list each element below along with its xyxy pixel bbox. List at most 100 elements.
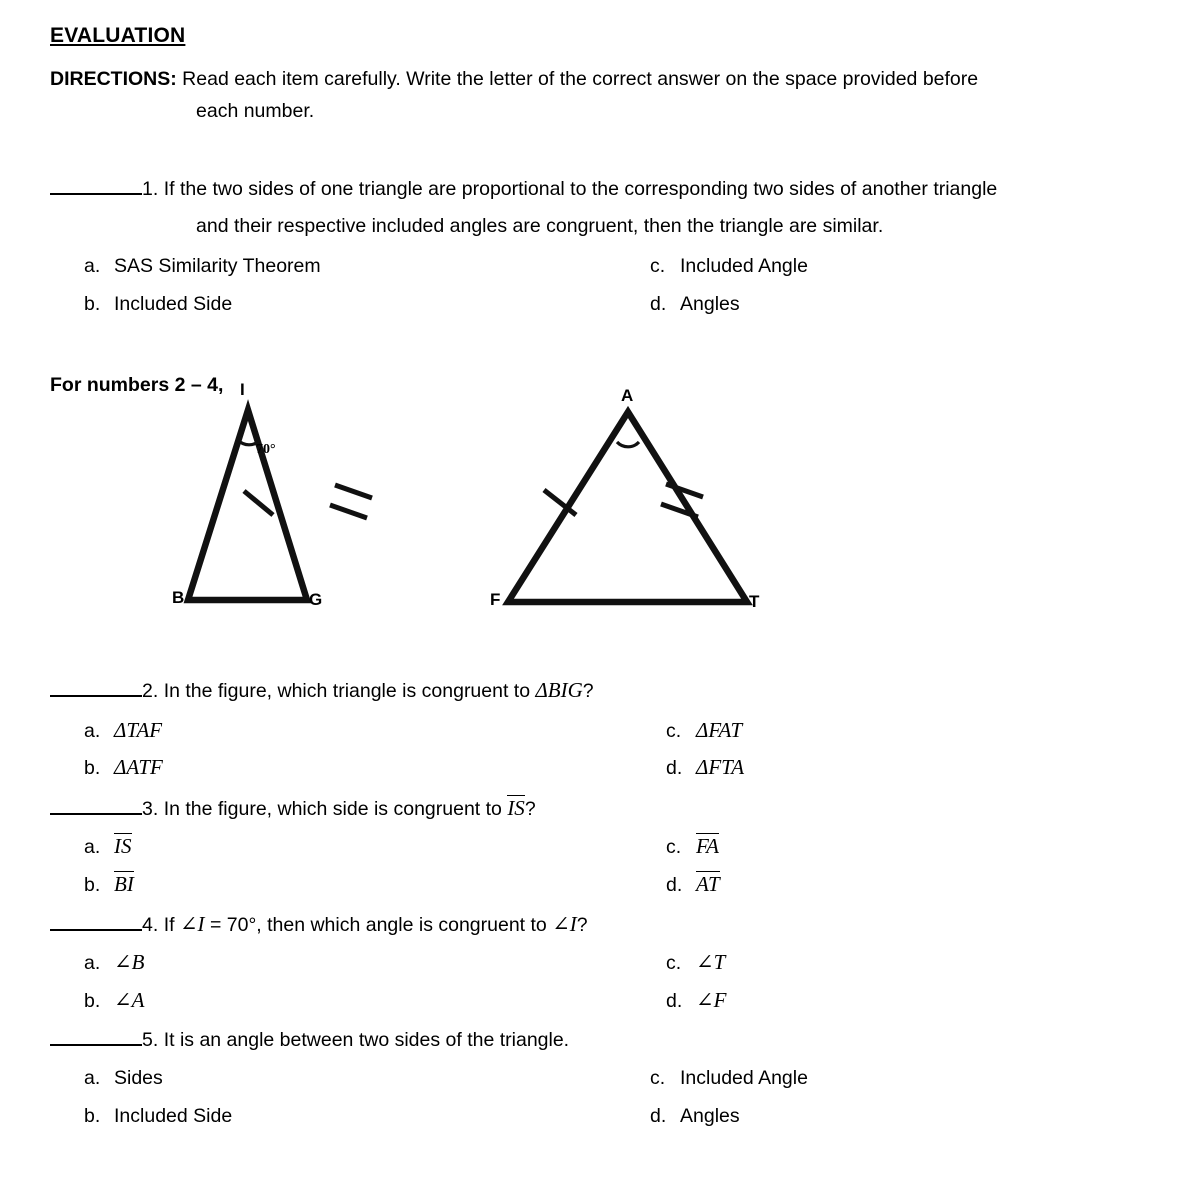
option-b-text: ΔATF: [114, 755, 163, 779]
option-d-label: d.: [650, 1105, 667, 1127]
question-4-text-pre: If: [163, 914, 180, 936]
option-c-text: FA: [696, 833, 719, 858]
vertex-label-i: I: [240, 380, 245, 399]
question-3-number: 3.: [142, 798, 159, 820]
option-d-label: d.: [650, 293, 667, 315]
option-a-label: a.: [84, 255, 101, 277]
tick-right-fat-1: [665, 481, 704, 500]
option-c-text: Included Angle: [680, 1067, 808, 1089]
option-a-text: ∠B: [114, 950, 145, 974]
option-b-label: b.: [84, 1105, 101, 1127]
answer-blank-3[interactable]: [50, 801, 142, 815]
option-b-text: ∠A: [114, 988, 145, 1012]
option-d-label: d.: [666, 990, 683, 1012]
question-2-line: 2. In the figure, which triangle is cong…: [50, 678, 594, 703]
option-c-label: c.: [666, 720, 682, 742]
question-1-text-line1: If the two sides of one triangle are pro…: [163, 178, 998, 200]
question-1-option-b[interactable]: b. Included Side: [84, 293, 232, 316]
question-4-option-d[interactable]: d. ∠F: [666, 988, 726, 1013]
question-4-option-c[interactable]: c. ∠T: [666, 950, 725, 975]
question-2-option-d[interactable]: d. ΔFTA: [666, 755, 744, 780]
answer-blank-2[interactable]: [50, 683, 142, 697]
option-d-text: Angles: [680, 1105, 740, 1127]
triangle-fat-outline: [502, 405, 753, 606]
option-d-text: AT: [696, 871, 720, 896]
question-5-option-c[interactable]: c. Included Angle: [650, 1067, 808, 1090]
question-3-option-d[interactable]: d. AT: [666, 871, 720, 897]
question-3-option-c[interactable]: c. FA: [666, 833, 719, 859]
question-5-option-a[interactable]: a. Sides: [84, 1067, 163, 1090]
option-c-text: ∠T: [696, 950, 726, 974]
option-a-label: a.: [84, 952, 101, 974]
question-5-option-d[interactable]: d. Angles: [650, 1105, 740, 1128]
question-1-option-a[interactable]: a. SAS Similarity Theorem: [84, 255, 321, 278]
directions-text-line2: each number.: [196, 100, 315, 122]
angle-value-label-i: 70°: [256, 442, 276, 457]
question-5-number: 5.: [142, 1029, 159, 1051]
tick-right-big-2: [329, 502, 368, 521]
triangle-big: [183, 399, 373, 604]
option-a-label: a.: [84, 1067, 101, 1089]
question-2-number: 2.: [142, 680, 159, 702]
tick-right-big-1: [334, 482, 373, 501]
question-2-option-c[interactable]: c. ΔFAT: [666, 718, 742, 743]
question-4-angle-ref-2: ∠I: [552, 912, 577, 936]
vertex-label-a: A: [621, 386, 634, 405]
directions-text-line1: Read each item carefully. Write the lett…: [182, 68, 979, 90]
option-a-text: ΔTAF: [114, 718, 163, 742]
option-a-text: SAS Similarity Theorem: [114, 255, 321, 277]
question-4-number: 4.: [142, 914, 159, 936]
option-c-label: c.: [650, 255, 666, 277]
option-d-label: d.: [666, 874, 683, 896]
question-4-angle-ref-1: ∠I: [179, 912, 205, 936]
question-3-text-post: ?: [524, 798, 536, 820]
option-b-label: b.: [84, 990, 101, 1012]
option-a-label: a.: [84, 720, 101, 742]
question-5-text: It is an angle between two sides of the …: [163, 1029, 570, 1051]
question-5-line: 5. It is an angle between two sides of t…: [50, 1029, 569, 1052]
question-2-text-pre: In the figure, which triangle is congrue…: [163, 680, 536, 702]
question-2-option-b[interactable]: b. ΔATF: [84, 755, 163, 780]
option-b-label: b.: [84, 293, 101, 315]
option-c-text: Included Angle: [680, 255, 808, 277]
question-4-line: 4. If ∠I = 70°, then which angle is cong…: [50, 912, 588, 937]
question-4-option-a[interactable]: a. ∠B: [84, 950, 144, 975]
question-3-option-a[interactable]: a. IS: [84, 833, 132, 859]
question-1-option-c[interactable]: c. Included Angle: [650, 255, 808, 278]
question-2-text-post: ?: [582, 680, 594, 702]
option-d-text: ∠F: [696, 988, 727, 1012]
triangle-big-outline: [183, 399, 312, 604]
option-a-text: Sides: [114, 1067, 163, 1089]
angle-arc-a: [615, 440, 641, 449]
option-b-text: Included Side: [114, 1105, 233, 1127]
question-2-option-a[interactable]: a. ΔTAF: [84, 718, 162, 743]
answer-blank-1[interactable]: [50, 181, 142, 195]
option-b-label: b.: [84, 874, 101, 896]
option-a-label: a.: [84, 836, 101, 858]
triangles-svg: [183, 399, 753, 606]
option-b-text: Included Side: [114, 293, 233, 315]
option-c-label: c.: [666, 952, 682, 974]
question-1-option-d[interactable]: d. Angles: [650, 293, 740, 316]
answer-blank-5[interactable]: [50, 1032, 142, 1046]
worksheet-page: EVALUATION DIRECTIONS: Read each item ca…: [0, 0, 1200, 1177]
option-b-text: BI: [114, 871, 134, 896]
vertex-label-f: F: [490, 590, 501, 609]
question-1-line: 1. If the two sides of one triangle are …: [50, 178, 997, 201]
option-d-label: d.: [666, 757, 683, 779]
directions-paragraph: DIRECTIONS: Read each item carefully. Wr…: [50, 64, 1130, 94]
option-c-label: c.: [666, 836, 682, 858]
option-c-label: c.: [650, 1067, 666, 1089]
vertex-label-t: T: [749, 592, 760, 611]
triangles-figure: I B G 70° A F T: [150, 378, 790, 618]
question-3-option-b[interactable]: b. BI: [84, 871, 134, 897]
tick-left-big-1: [242, 489, 275, 517]
directions-label: DIRECTIONS:: [50, 68, 177, 90]
answer-blank-4[interactable]: [50, 917, 142, 931]
question-3-segment-ref: IS: [507, 795, 525, 820]
question-4-option-b[interactable]: b. ∠A: [84, 988, 144, 1013]
question-5-option-b[interactable]: b. Included Side: [84, 1105, 232, 1128]
question-2-triangle-ref: ΔBIG: [535, 678, 583, 702]
option-b-label: b.: [84, 757, 101, 779]
vertex-label-b: B: [172, 588, 185, 607]
